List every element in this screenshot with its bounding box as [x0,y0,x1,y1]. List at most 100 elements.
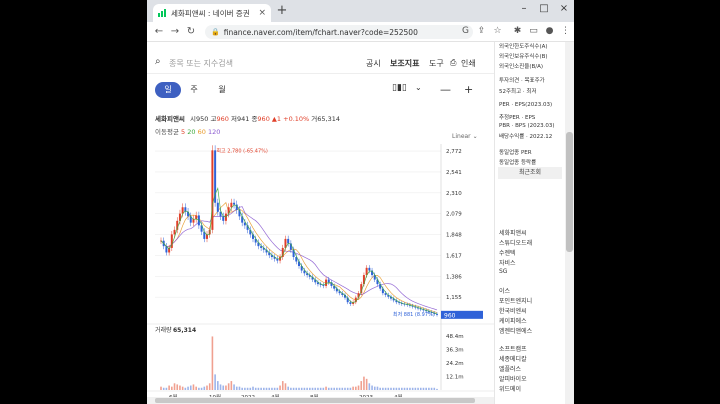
scale-toggle[interactable]: Linear ⌄ [452,133,478,140]
sidepanel-icon[interactable]: ▭ [527,26,540,36]
side-info-line: 외국인소진율(B/A) [499,64,544,70]
nav-indicators[interactable]: 보조지표 [390,58,419,69]
volume-bar [225,385,227,390]
recent-item[interactable]: 알피바이오 [499,374,527,383]
chevron-down-icon[interactable]: ⌄ [415,83,422,92]
volume-bar [333,387,335,390]
volume-bar [382,387,384,390]
recent-item[interactable]: 엘플러스 [499,364,521,373]
bookmark-star-icon[interactable]: ☆ [491,26,504,36]
volume-bar [425,387,427,390]
volume-bar [265,387,268,390]
tab-bar: 세화피앤씨 : 네이버 증권 × + – □ × [147,0,574,22]
new-tab-button[interactable]: + [275,4,289,18]
volume-bar [217,381,219,390]
profile-avatar-icon[interactable]: ● [543,26,556,36]
search-icon[interactable]: ⌕ [155,56,161,67]
recent-item[interactable]: 스튜디오드래 [499,238,532,247]
recent-item[interactable]: 케이피에스 [499,316,527,325]
volume-bar [230,381,233,390]
recent-item[interactable]: 소프트캠프 [499,344,527,353]
recent-item[interactable]: 엠젠티앤에스 [499,326,532,335]
recent-item[interactable]: 자비스 [499,258,516,267]
scroll-thumb[interactable] [566,132,573,252]
volume-bar [200,387,203,390]
tab-close-icon[interactable]: × [258,8,266,18]
volume-bar [279,385,281,390]
volume-bar [206,385,208,390]
volume-bar [309,387,311,390]
vertical-scrollbar[interactable] [565,42,574,404]
volume-bar [373,386,376,390]
min-label: 최저 881 (8.97%) [393,311,435,318]
recent-item[interactable]: 위드메이 [499,384,521,393]
forward-icon[interactable]: → [167,26,183,37]
hscroll-thumb[interactable] [155,398,475,403]
browser-window: 세화피앤씨 : 네이버 증권 × + – □ × ← → ↻ 🔒 finance… [147,0,574,404]
ma-120[interactable]: 120 [208,128,220,136]
volume-bar [244,387,246,390]
side-info-line: 외국인한도주식수(A) [499,44,548,50]
nav-print[interactable]: 인쇄 [461,58,476,69]
volume-bar [195,386,197,390]
volume-bar [160,386,162,390]
volume-bar [436,388,438,390]
share-icon[interactable]: ⇪ [475,26,488,36]
zoom-in-icon[interactable]: + [464,83,473,96]
recent-item[interactable]: 세화피앤씨 [499,228,527,237]
google-icon[interactable]: G [459,26,472,36]
recent-item[interactable]: 세종메디칼 [499,354,527,363]
volume-bar [203,386,206,390]
recent-item[interactable]: 수젠텍 [499,248,516,257]
recent-item[interactable]: SG [499,268,507,275]
volume-bar [314,387,317,390]
volume-bar [284,383,287,390]
volume-bar [254,387,257,390]
volume-bar [384,387,387,390]
side-info-line: 추정PER · EPS [499,115,536,121]
volume-bar [379,387,381,390]
recent-item[interactable]: 포인트엔지니 [499,296,532,305]
right-panel: 외국인한도주식수(A) 외국인보유주식수(B) 외국인소진율(B/A) 투자의견 · … [494,42,574,404]
volume-bar [395,387,398,390]
period-day-button[interactable]: 일 [155,82,181,98]
max-label: 최고 2,780 (-65.47%) [216,147,268,154]
volume-bar [409,387,411,390]
volume-bar [298,387,300,390]
volume-bar [173,383,176,390]
recent-item[interactable]: 한국비엔씨 [499,306,527,315]
volume-bar [419,387,422,390]
back-icon[interactable]: ← [151,26,167,37]
extensions-icon[interactable]: ✱ [511,26,524,36]
side-info-line: 52주최고 · 최저 [499,89,537,95]
y-tick-label: 1,155 [446,295,462,301]
price-chart[interactable]: 2,772 2,541 2,310 2,079 1,848 1,617 1,386 1,155… [147,140,494,404]
reload-icon[interactable]: ↻ [183,26,199,37]
browser-tab[interactable]: 세화피앤씨 : 네이버 증권 × [153,4,271,22]
ma-20[interactable]: 20 [187,128,195,136]
recent-item[interactable]: 이스 [499,286,510,295]
zoom-out-icon[interactable]: — [440,83,451,96]
search-input[interactable]: 종목 또는 지수검색 [169,58,233,69]
maximize-icon[interactable]: □ [537,3,551,14]
menu-kebab-icon[interactable]: ⋮ [559,26,572,36]
volume-bar [295,387,298,390]
ma-line-60 [160,201,438,313]
recent-tab[interactable]: 최근조회 [498,167,562,179]
window-close-icon[interactable]: × [557,3,571,14]
address-bar[interactable]: 🔒 finance.naver.com/item/fchart.naver?co… [205,25,473,39]
nav-tools[interactable]: 도구 [429,58,444,69]
volume-bar [344,387,346,390]
ma-5[interactable]: 5 [181,128,185,136]
period-month-button[interactable]: 월 [215,82,229,98]
candle-type-icon[interactable]: ▯▮▯ [392,83,407,93]
print-icon[interactable]: ⎙ [450,58,456,68]
period-week-button[interactable]: 주 [187,82,201,98]
volume-bar [263,387,265,390]
nav-disclosure[interactable]: 공시 [366,58,381,69]
horizontal-scrollbar[interactable] [147,397,494,404]
ma-60[interactable]: 60 [198,128,206,136]
volume-bar [322,387,325,390]
minimize-icon[interactable]: – [517,3,531,14]
candle-body [216,202,219,212]
